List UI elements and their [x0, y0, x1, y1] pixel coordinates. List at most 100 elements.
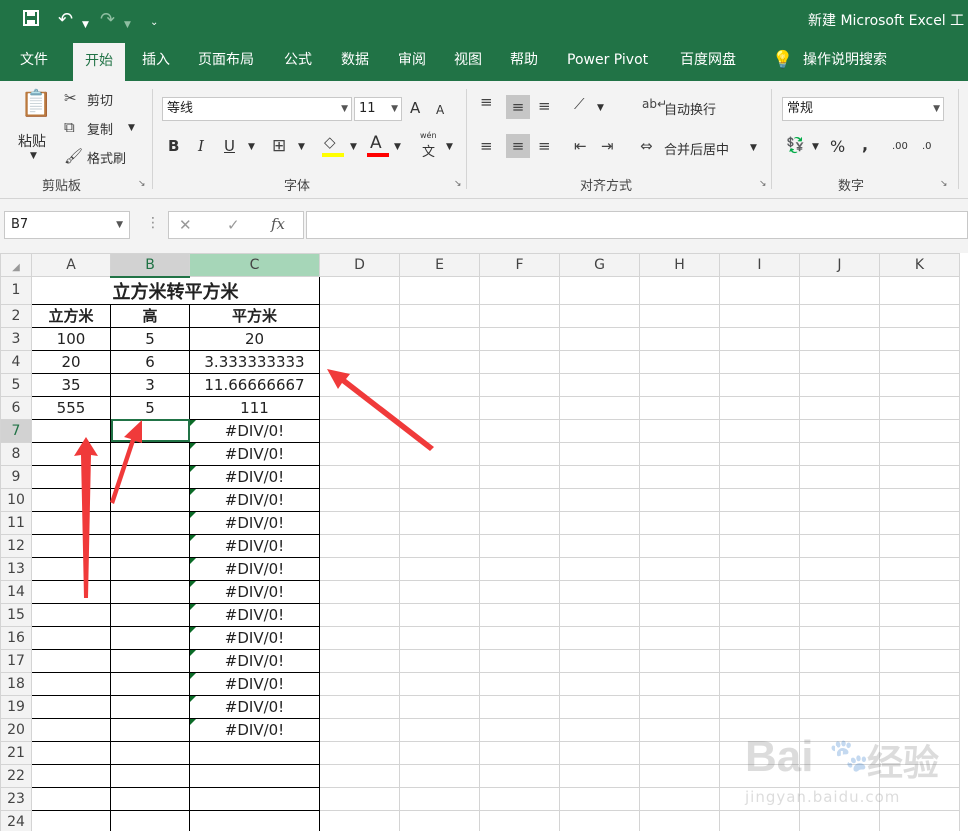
column-header-a[interactable]: A: [31, 253, 111, 277]
cell[interactable]: [189, 786, 320, 811]
cell[interactable]: [110, 763, 190, 788]
cell[interactable]: [559, 671, 640, 696]
cell[interactable]: [319, 326, 400, 351]
cell[interactable]: [639, 326, 720, 351]
sheet-title-cell[interactable]: 立方米转平方米: [31, 276, 320, 305]
cell[interactable]: [639, 648, 720, 673]
grow-font-button[interactable]: A: [410, 99, 420, 117]
cell[interactable]: [319, 786, 400, 811]
cell[interactable]: [639, 441, 720, 466]
cell[interactable]: [31, 579, 111, 604]
cell[interactable]: [719, 694, 800, 719]
error-cell[interactable]: #DIV/0!: [189, 648, 320, 673]
cell[interactable]: [110, 602, 190, 627]
cell[interactable]: [110, 625, 190, 650]
row-header[interactable]: 11: [0, 510, 32, 535]
tab-baidu-netdisk[interactable]: 百度网盘: [680, 40, 736, 81]
cell[interactable]: [319, 464, 400, 489]
cell[interactable]: [799, 372, 880, 397]
cell[interactable]: [319, 740, 400, 765]
underline-button[interactable]: U: [224, 137, 235, 155]
save-icon[interactable]: [22, 9, 40, 33]
cell[interactable]: [399, 303, 480, 328]
row-header[interactable]: 14: [0, 579, 32, 604]
cell[interactable]: [479, 579, 560, 604]
cell[interactable]: [799, 418, 880, 443]
cell[interactable]: [559, 556, 640, 581]
cell[interactable]: [639, 786, 720, 811]
cell[interactable]: [399, 556, 480, 581]
cell[interactable]: [479, 786, 560, 811]
cell[interactable]: [399, 276, 480, 305]
cell[interactable]: [879, 602, 960, 627]
number-launcher-icon[interactable]: ↘: [940, 179, 948, 189]
cell[interactable]: [399, 763, 480, 788]
column-header-c[interactable]: C: [189, 253, 320, 277]
cell[interactable]: [110, 648, 190, 673]
cell[interactable]: [639, 510, 720, 535]
cell[interactable]: [319, 648, 400, 673]
cell[interactable]: [639, 740, 720, 765]
merge-center-icon[interactable]: ⇔: [640, 137, 653, 155]
cell[interactable]: [479, 372, 560, 397]
insert-function-icon[interactable]: fx: [271, 215, 285, 233]
accounting-format-icon[interactable]: 💱: [786, 136, 805, 154]
cell[interactable]: [719, 395, 800, 420]
cell[interactable]: [399, 625, 480, 650]
enter-icon[interactable]: ✓: [227, 216, 240, 234]
cell[interactable]: [639, 602, 720, 627]
tab-file[interactable]: 文件: [20, 40, 48, 81]
cell[interactable]: [31, 487, 111, 512]
cell[interactable]: [399, 326, 480, 351]
cell[interactable]: [319, 717, 400, 742]
cell[interactable]: [319, 763, 400, 788]
cell[interactable]: [879, 349, 960, 374]
cell[interactable]: [399, 717, 480, 742]
tab-insert[interactable]: 插入: [142, 40, 170, 81]
data-cell[interactable]: 5: [110, 326, 190, 351]
cell[interactable]: [799, 487, 880, 512]
row-header[interactable]: 8: [0, 441, 32, 466]
cell[interactable]: [399, 740, 480, 765]
tab-review[interactable]: 审阅: [398, 40, 426, 81]
cell[interactable]: [719, 533, 800, 558]
cell[interactable]: [319, 372, 400, 397]
cell[interactable]: [639, 418, 720, 443]
cell[interactable]: [189, 763, 320, 788]
align-left-icon[interactable]: ≡: [480, 137, 493, 155]
cut-button[interactable]: 剪切: [87, 90, 113, 109]
cell[interactable]: [639, 303, 720, 328]
merge-dropdown-icon[interactable]: ▼: [750, 143, 757, 153]
active-cell[interactable]: [110, 418, 190, 443]
error-cell[interactable]: #DIV/0!: [189, 625, 320, 650]
cell[interactable]: [879, 326, 960, 351]
clipboard-launcher-icon[interactable]: ↘: [138, 179, 146, 189]
data-cell[interactable]: 11.66666667: [189, 372, 320, 397]
cell[interactable]: [31, 717, 111, 742]
row-header[interactable]: 3: [0, 326, 32, 351]
column-header-d[interactable]: D: [319, 253, 400, 277]
accounting-dropdown-icon[interactable]: ▼: [812, 142, 819, 152]
cell[interactable]: [479, 326, 560, 351]
cell[interactable]: [31, 441, 111, 466]
cell[interactable]: [399, 510, 480, 535]
undo-icon[interactable]: ↶: [58, 9, 73, 31]
cell[interactable]: [399, 441, 480, 466]
cell[interactable]: [799, 276, 880, 305]
error-cell[interactable]: #DIV/0!: [189, 418, 320, 443]
cell[interactable]: [110, 579, 190, 604]
row-header[interactable]: 1: [0, 276, 32, 305]
cell[interactable]: [719, 510, 800, 535]
cell[interactable]: [559, 786, 640, 811]
row-header[interactable]: 10: [0, 487, 32, 512]
cell[interactable]: [31, 510, 111, 535]
row-header[interactable]: 2: [0, 303, 32, 328]
cell[interactable]: [319, 418, 400, 443]
cell[interactable]: [559, 717, 640, 742]
cell[interactable]: [639, 464, 720, 489]
cell[interactable]: [399, 602, 480, 627]
data-cell[interactable]: 3.333333333: [189, 349, 320, 374]
cell[interactable]: [31, 602, 111, 627]
cell[interactable]: [479, 556, 560, 581]
cell[interactable]: [31, 763, 111, 788]
